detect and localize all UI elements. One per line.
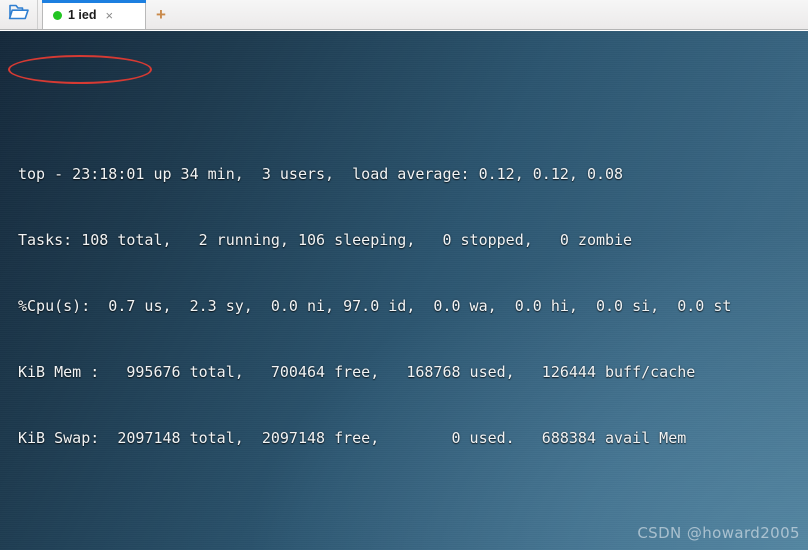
new-tab-button[interactable]: + (146, 0, 176, 29)
terminal-body[interactable]: top - 23:18:01 up 34 min, 3 users, load … (0, 31, 808, 550)
watermark: CSDN @howard2005 (637, 524, 800, 542)
terminal-content: top - 23:18:01 up 34 min, 3 users, load … (18, 31, 750, 550)
green-status-dot-icon (53, 10, 62, 20)
tab-bar-filler (176, 0, 808, 29)
terminal-tab[interactable]: 1 ied × (42, 0, 146, 29)
open-folder-icon (8, 3, 30, 26)
open-folder-button[interactable] (0, 0, 38, 29)
tab-bar: 1 ied × + (0, 0, 808, 30)
terminal-top-padding (18, 75, 750, 97)
terminal-window: 1 ied × + top - 23:18:01 up 34 min, 3 us… (0, 0, 808, 550)
top-summary-line: top - 23:18:01 up 34 min, 3 users, load … (18, 165, 624, 183)
close-icon[interactable]: × (103, 9, 117, 22)
mem-summary-line: KiB Mem : 995676 total, 700464 free, 168… (18, 363, 696, 381)
swap-summary-line: KiB Swap: 2097148 total, 2097148 free, 0… (18, 429, 687, 447)
cpu-summary-line: %Cpu(s): 0.7 us, 2.3 sy, 0.0 ni, 97.0 id… (18, 297, 732, 315)
tab-title: 1 ied (68, 8, 97, 22)
tasks-summary-line: Tasks: 108 total, 2 running, 106 sleepin… (18, 231, 633, 249)
